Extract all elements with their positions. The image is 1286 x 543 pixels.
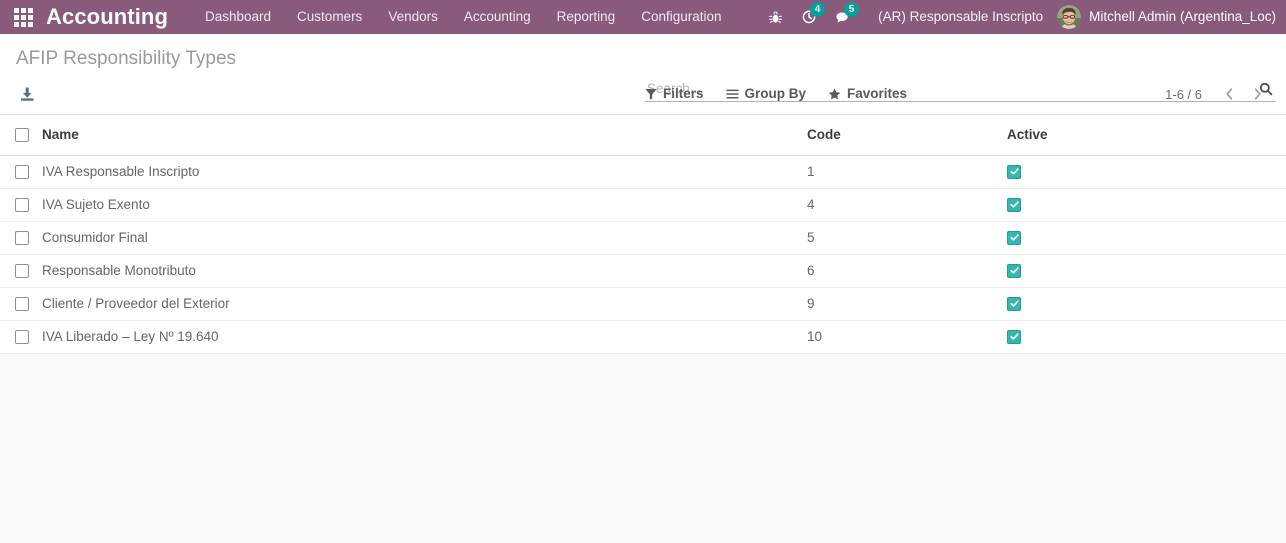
empty-space-below-list <box>0 353 1286 543</box>
filters-button[interactable]: Filters <box>645 82 715 105</box>
cell-active <box>1007 188 1286 222</box>
menu-item-customers[interactable]: Customers <box>284 0 375 34</box>
cell-active <box>1007 254 1286 288</box>
table-row[interactable]: Responsable Monotributo 6 <box>0 254 1286 288</box>
cell-name: IVA Responsable Inscripto <box>42 155 807 189</box>
menu-item-dashboard[interactable]: Dashboard <box>192 0 284 34</box>
avatar <box>1057 5 1082 29</box>
cell-active <box>1007 320 1286 354</box>
user-menu[interactable]: Mitchell Admin (Argentina_Loc) <box>1057 0 1282 34</box>
row-select-cell <box>0 155 42 189</box>
cell-name: Consumidor Final <box>42 221 807 255</box>
table-header: Name Code Active <box>0 115 1286 156</box>
user-name-label: Mitchell Admin (Argentina_Loc) <box>1089 9 1276 24</box>
menu-item-vendors[interactable]: Vendors <box>375 0 451 34</box>
row-select-cell <box>0 221 42 255</box>
top-navbar: Accounting Dashboard Customers Vendors A… <box>0 0 1286 34</box>
active-checkbox[interactable] <box>1007 296 1021 311</box>
activity-clock-icon[interactable]: 4 <box>792 0 826 34</box>
cell-code: 10 <box>807 320 1007 354</box>
select-all-checkbox[interactable] <box>15 127 29 142</box>
activity-badge-count: 4 <box>810 2 826 17</box>
cell-code: 6 <box>807 254 1007 288</box>
cell-name: Responsable Monotributo <box>42 254 807 288</box>
cell-name: IVA Sujeto Exento <box>42 188 807 222</box>
cell-code: 1 <box>807 155 1007 189</box>
cell-code: 9 <box>807 287 1007 321</box>
favorites-button-label: Favorites <box>847 86 908 101</box>
messages-badge-count: 5 <box>844 2 860 17</box>
list-view: Name Code Active IVA Responsable Inscrip… <box>0 115 1286 354</box>
cell-code: 5 <box>807 221 1007 255</box>
row-checkbox[interactable] <box>15 197 29 212</box>
control-panel: AFIP Responsibility Types Search... Filt… <box>0 34 1286 115</box>
control-panel-top-row: AFIP Responsibility Types <box>0 34 1276 74</box>
menu-item-accounting[interactable]: Accounting <box>451 0 544 34</box>
records-table: Name Code Active IVA Responsable Inscrip… <box>0 115 1286 354</box>
row-select-cell <box>0 254 42 288</box>
column-header-name[interactable]: Name <box>42 115 807 156</box>
table-row[interactable]: IVA Responsable Inscripto 1 <box>0 155 1286 189</box>
messages-chat-icon[interactable]: 5 <box>826 0 860 34</box>
active-company-selector[interactable]: (AR) Responsable Inscripto <box>860 0 1057 34</box>
column-header-active[interactable]: Active <box>1007 115 1286 156</box>
active-checkbox[interactable] <box>1007 230 1021 245</box>
cell-active <box>1007 221 1286 255</box>
pager-count: 1-6 / 6 <box>1165 86 1202 102</box>
chevron-left-icon[interactable] <box>1216 82 1242 106</box>
row-checkbox[interactable] <box>15 296 29 311</box>
filter-buttons: Filters Group By Favorites <box>645 82 929 105</box>
download-import-icon[interactable] <box>14 81 40 107</box>
cell-name: Cliente / Proveedor del Exterior <box>42 287 807 321</box>
navbar-right-tools: 4 5 (AR) Responsable Inscripto Mitchell … <box>758 0 1286 34</box>
filters-button-label: Filters <box>663 86 704 101</box>
favorites-button[interactable]: Favorites <box>828 82 918 105</box>
active-checkbox[interactable] <box>1007 197 1021 212</box>
menu-item-reporting[interactable]: Reporting <box>544 0 629 34</box>
group-by-button-label: Group By <box>744 86 807 101</box>
active-checkbox[interactable] <box>1007 263 1021 278</box>
cell-code: 4 <box>807 188 1007 222</box>
active-checkbox[interactable] <box>1007 164 1021 179</box>
row-checkbox[interactable] <box>15 329 29 344</box>
group-by-button[interactable]: Group By <box>726 82 818 105</box>
row-select-cell <box>0 188 42 222</box>
breadcrumb: AFIP Responsibility Types <box>16 48 237 69</box>
menu-item-configuration[interactable]: Configuration <box>628 0 734 34</box>
pager: 1-6 / 6 <box>1165 82 1270 106</box>
bug-icon[interactable] <box>758 0 792 34</box>
table-row[interactable]: IVA Liberado – Ley Nº 19.640 10 <box>0 320 1286 354</box>
apps-grid-icon[interactable] <box>0 0 46 34</box>
control-panel-bottom-row: Filters Group By Favorites 1-6 / 6 <box>0 74 1276 114</box>
table-row[interactable]: Cliente / Proveedor del Exterior 9 <box>0 287 1286 321</box>
column-header-code[interactable]: Code <box>807 115 1007 156</box>
row-checkbox[interactable] <box>15 230 29 245</box>
cell-active <box>1007 155 1286 189</box>
row-select-cell <box>0 287 42 321</box>
select-all-cell <box>0 115 42 156</box>
apps-grid-glyph <box>13 7 33 27</box>
app-brand-accounting[interactable]: Accounting <box>46 0 192 34</box>
table-row[interactable]: IVA Sujeto Exento 4 <box>0 188 1286 222</box>
row-select-cell <box>0 320 42 354</box>
chevron-right-icon[interactable] <box>1244 82 1270 106</box>
table-body: IVA Responsable Inscripto 1 IVA Sujeto E… <box>0 155 1286 354</box>
row-checkbox[interactable] <box>15 164 29 179</box>
table-header-row: Name Code Active <box>0 115 1286 156</box>
cell-active <box>1007 287 1286 321</box>
row-checkbox[interactable] <box>15 263 29 278</box>
active-checkbox[interactable] <box>1007 329 1021 344</box>
table-row[interactable]: Consumidor Final 5 <box>0 221 1286 255</box>
cell-name: IVA Liberado – Ley Nº 19.640 <box>42 320 807 354</box>
main-menu: Dashboard Customers Vendors Accounting R… <box>192 0 735 34</box>
